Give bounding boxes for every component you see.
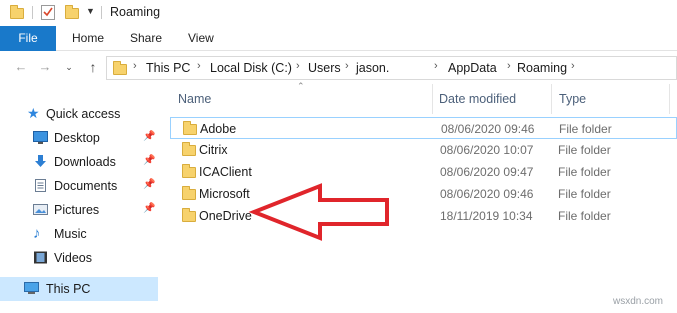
sidebar-item-documents[interactable]: Documents 📌 (0, 174, 158, 198)
sidebar-item-this-pc[interactable]: This PC (0, 277, 158, 301)
sidebar-item-quick-access[interactable]: ★ Quick access (0, 102, 158, 126)
tab-view[interactable]: View (188, 26, 214, 51)
folder-icon (182, 208, 196, 222)
file-type: File folder (558, 165, 611, 179)
sidebar-item-label: Desktop (54, 131, 100, 145)
file-name: OneDrive (199, 209, 252, 223)
file-date: 08/06/2020 09:46 (441, 122, 535, 136)
pin-icon[interactable]: 📌 (143, 155, 155, 166)
column-name[interactable]: Name (178, 92, 211, 106)
breadcrumb-separator-icon[interactable]: › (434, 60, 438, 72)
file-name: Microsoft (199, 187, 250, 201)
sidebar-item-label: Videos (54, 251, 92, 265)
tab-share[interactable]: Share (130, 26, 162, 51)
folder-icon (183, 121, 197, 135)
breadcrumb-appdata[interactable]: AppData (448, 61, 497, 75)
table-row[interactable]: OneDrive 18/11/2019 10:34 File folder (170, 205, 677, 227)
pin-icon[interactable]: 📌 (143, 203, 155, 214)
music-icon: ♪ (33, 225, 41, 242)
pin-icon[interactable]: 📌 (143, 179, 155, 190)
file-name: Citrix (199, 143, 228, 157)
breadcrumb-separator-icon[interactable]: › (571, 60, 575, 72)
file-name: ICAClient (199, 165, 252, 179)
folder-icon (113, 61, 127, 75)
tab-home[interactable]: Home (72, 26, 104, 51)
customize-toolbar-chevron-icon[interactable]: ▼ (86, 6, 95, 16)
recent-locations-chevron-icon[interactable]: ⌄ (62, 60, 76, 74)
tab-file[interactable]: File (0, 26, 56, 51)
breadcrumb-separator-icon[interactable]: › (507, 60, 511, 72)
sidebar-item-pictures[interactable]: Pictures 📌 (0, 198, 158, 222)
up-arrow-icon[interactable]: ↑ (86, 60, 100, 74)
properties-icon[interactable] (41, 5, 55, 20)
table-row[interactable]: ICAClient 08/06/2020 09:47 File folder (170, 161, 677, 183)
breadcrumb-users[interactable]: Users (308, 61, 341, 75)
column-date-modified[interactable]: Date modified (439, 92, 516, 106)
folder-icon (182, 142, 196, 156)
sort-ascending-icon: ⌃ (297, 81, 305, 91)
breadcrumb-separator-icon[interactable]: › (197, 60, 201, 72)
window-title: Roaming (110, 5, 161, 19)
file-date: 08/06/2020 10:07 (440, 143, 534, 157)
breadcrumb-local-disk[interactable]: Local Disk (C:) (210, 61, 292, 75)
navigation-pane: ★ Quick access Desktop 📌 Downloads 📌 Doc… (0, 94, 158, 313)
separator (101, 6, 102, 19)
sidebar-item-desktop[interactable]: Desktop 📌 (0, 126, 158, 150)
column-divider[interactable] (432, 84, 433, 114)
file-type: File folder (558, 209, 611, 223)
sidebar-item-downloads[interactable]: Downloads 📌 (0, 150, 158, 174)
sidebar-item-label: Downloads (54, 155, 116, 169)
table-row[interactable]: Citrix 08/06/2020 10:07 File folder (170, 139, 677, 161)
file-list: ⌃ Name Date modified Type Adobe 08/06/20… (170, 81, 677, 313)
back-arrow-icon[interactable]: ← (14, 60, 28, 74)
separator (32, 6, 33, 19)
table-row[interactable]: Adobe 08/06/2020 09:46 File folder (170, 117, 677, 139)
breadcrumb-this-pc[interactable]: This PC (146, 61, 190, 75)
file-date: 08/06/2020 09:47 (440, 165, 534, 179)
sidebar-item-videos[interactable]: Videos (0, 246, 158, 270)
file-date: 18/11/2019 10:34 (440, 209, 533, 223)
column-type[interactable]: Type (559, 92, 586, 106)
column-header: ⌃ Name Date modified Type (170, 81, 677, 114)
file-name: Adobe (200, 122, 237, 136)
file-type: File folder (558, 143, 611, 157)
forward-arrow-icon[interactable]: → (38, 60, 52, 74)
sidebar-item-label: Documents (54, 179, 118, 193)
navigation-bar: ← → ⌄ ↑ › This PC › Local Disk (C:) › Us… (0, 52, 677, 84)
file-type: File folder (559, 122, 612, 136)
ribbon: File Home Share View (0, 26, 677, 51)
sidebar-item-label: Pictures (54, 203, 100, 217)
videos-icon (34, 251, 47, 264)
pictures-icon (33, 204, 48, 215)
column-divider[interactable] (669, 84, 670, 114)
new-folder-icon[interactable] (65, 5, 79, 19)
sidebar-item-label: Quick access (46, 107, 121, 121)
file-type: File folder (558, 187, 611, 201)
column-divider[interactable] (551, 84, 552, 114)
watermark: wsxdn.com (613, 296, 664, 307)
sidebar-item-music[interactable]: ♪ Music (0, 222, 158, 246)
download-icon (35, 155, 46, 167)
documents-icon (35, 179, 46, 192)
title-bar: ▼ Roaming (0, 0, 677, 25)
file-date: 08/06/2020 09:46 (440, 187, 534, 201)
breadcrumb-separator-icon[interactable]: › (133, 60, 137, 72)
folder-icon (182, 186, 196, 200)
folder-icon[interactable] (10, 5, 24, 19)
breadcrumb-separator-icon[interactable]: › (296, 60, 300, 72)
folder-icon (182, 164, 196, 178)
breadcrumb-roaming[interactable]: Roaming (517, 61, 567, 75)
sidebar-item-label: Music (54, 227, 87, 241)
breadcrumb-user-folder[interactable]: jason. (356, 61, 389, 75)
desktop-icon (33, 131, 48, 144)
pin-icon[interactable]: 📌 (143, 131, 155, 142)
address-bar[interactable]: › This PC › Local Disk (C:) › Users › ja… (106, 56, 677, 80)
computer-icon (24, 282, 39, 294)
table-row[interactable]: Microsoft 08/06/2020 09:46 File folder (170, 183, 677, 205)
breadcrumb-separator-icon[interactable]: › (345, 60, 349, 72)
sidebar-item-label: This PC (46, 282, 91, 296)
star-icon: ★ (27, 105, 40, 121)
